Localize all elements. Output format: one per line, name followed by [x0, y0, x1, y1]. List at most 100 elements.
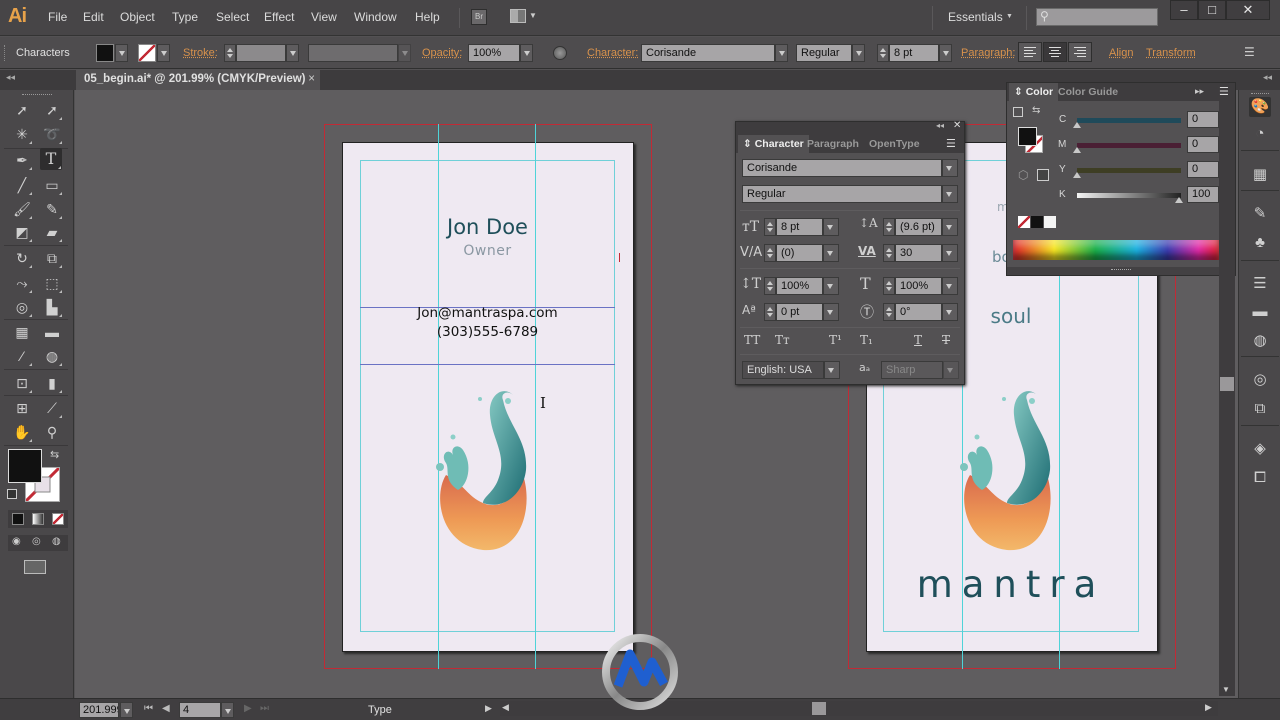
eraser-tool-icon[interactable]: ▰ — [41, 221, 63, 243]
scroll-down-arrow[interactable]: ▼ — [1222, 685, 1230, 694]
subscript-button[interactable]: T₁ — [860, 333, 873, 347]
maximize-button[interactable]: □ — [1198, 0, 1226, 20]
blob-brush-tool-icon[interactable]: ◩ — [11, 221, 33, 243]
card-name[interactable]: Jon Doe — [360, 215, 615, 239]
small-caps-button[interactable]: Tт — [775, 333, 790, 347]
color-panel-icon[interactable]: 🎨 — [1249, 97, 1271, 117]
antialiasing-field[interactable]: Sharp — [881, 361, 943, 379]
swap-colors-icon[interactable]: ⇆ — [50, 448, 59, 461]
direct-selection-tool-icon[interactable]: ➚ — [41, 99, 63, 121]
recolor-artwork-icon[interactable] — [553, 46, 567, 60]
horizontal-scale-field[interactable]: 100% — [895, 277, 942, 295]
fill-swatch[interactable] — [96, 44, 114, 62]
transform-link[interactable]: Transform — [1146, 47, 1196, 59]
all-caps-button[interactable]: TT — [744, 333, 760, 347]
mesh-tool-icon[interactable]: ▦ — [11, 321, 33, 343]
opacity-dropdown[interactable] — [520, 44, 533, 62]
font-size-stepper[interactable] — [764, 218, 776, 236]
artboard-dropdown[interactable] — [221, 702, 234, 718]
minimize-button[interactable]: – — [1170, 0, 1198, 20]
leading-dropdown[interactable] — [942, 218, 958, 236]
font-size-dropdown[interactable] — [939, 44, 952, 62]
language-dropdown[interactable] — [824, 361, 840, 379]
shape-builder-tool-icon[interactable]: ◎ — [11, 296, 33, 318]
symbols-icon[interactable]: ♣ — [1249, 233, 1271, 253]
collapse-panel-icon[interactable]: ◂◂ — [6, 72, 15, 83]
font-family-dropdown[interactable] — [775, 44, 788, 62]
vertical-scale-stepper[interactable] — [764, 277, 776, 295]
card-email[interactable]: Jon@mantraspa.com — [360, 305, 615, 321]
font-style-dropdown[interactable] — [852, 44, 865, 62]
menu-select[interactable]: Select — [216, 10, 249, 24]
draw-inside-icon[interactable]: ◍ — [52, 536, 61, 547]
selection-tool-icon[interactable]: ➚ — [11, 99, 33, 121]
pencil-tool-icon[interactable]: ✎ — [41, 198, 63, 220]
black-swatch[interactable] — [1031, 216, 1043, 228]
stroke-swatch[interactable] — [138, 44, 156, 62]
transparency-panel-icon[interactable]: ◍ — [1249, 331, 1271, 351]
rectangle-tool-icon[interactable]: ▭ — [41, 174, 63, 196]
draw-behind-icon[interactable]: ◎ — [32, 536, 41, 547]
stroke-label[interactable]: Stroke: — [183, 47, 218, 59]
color-spectrum[interactable] — [1013, 240, 1219, 260]
horizontal-scale-stepper[interactable] — [883, 277, 895, 295]
rotate-tool-icon[interactable]: ↻ — [11, 247, 33, 269]
eyedropper-tool-icon[interactable]: ⁄ — [11, 345, 33, 367]
superscript-button[interactable]: T¹ — [829, 333, 842, 347]
menu-type[interactable]: Type — [172, 10, 198, 24]
swap-colors-icon[interactable]: ⇆ — [1032, 105, 1040, 116]
menu-window[interactable]: Window — [354, 10, 397, 24]
zoom-dropdown[interactable] — [120, 702, 133, 718]
lasso-tool-icon[interactable]: ➰ — [41, 123, 63, 145]
tab-opentype[interactable]: OpenType — [864, 135, 925, 153]
next-artboard-button[interactable]: ▶ — [244, 703, 252, 714]
status-menu-arrow[interactable]: ▶ — [485, 703, 492, 714]
rotation-dropdown[interactable] — [942, 303, 958, 321]
tracking-field[interactable]: 30 — [895, 244, 942, 262]
menu-edit[interactable]: Edit — [83, 10, 104, 24]
grip-handle[interactable] — [4, 45, 7, 61]
opacity-field[interactable]: 100% — [468, 44, 520, 62]
brand-wordmark[interactable]: mantra — [883, 563, 1139, 606]
cyan-slider[interactable] — [1077, 118, 1181, 123]
magenta-slider-thumb[interactable] — [1073, 147, 1081, 153]
cyan-field[interactable]: 0 — [1187, 111, 1219, 128]
font-family-field[interactable]: Corisande — [742, 159, 942, 177]
appearance-panel-icon[interactable]: ◎ — [1249, 370, 1271, 390]
default-fill-stroke-icon[interactable] — [1013, 107, 1023, 117]
magenta-field[interactable]: 0 — [1187, 136, 1219, 153]
previous-artboard-button[interactable]: ◀ — [162, 703, 170, 714]
font-size-dropdown[interactable] — [823, 218, 839, 236]
column-graph-tool-icon[interactable]: ▮ — [41, 372, 63, 394]
expand-icon[interactable]: ▸▸ — [1195, 86, 1204, 97]
workspace-switcher[interactable]: Essentials — [948, 10, 1003, 24]
draw-normal-icon[interactable]: ◉ — [12, 536, 21, 547]
stroke-weight-field[interactable] — [236, 44, 286, 62]
pen-tool-icon[interactable]: ✒ — [11, 149, 33, 171]
black-slider-thumb[interactable] — [1175, 197, 1183, 203]
change-screen-mode-icon[interactable] — [24, 560, 46, 574]
tab-color[interactable]: ⇕ Color — [1009, 83, 1059, 101]
layers-panel-icon[interactable]: ◈ — [1249, 439, 1271, 459]
slice-tool-icon[interactable]: ⟋ — [41, 397, 63, 419]
tab-paragraph[interactable]: Paragraph — [802, 135, 864, 153]
align-link[interactable]: Align — [1109, 47, 1133, 59]
search-input[interactable]: ⚲ — [1036, 8, 1158, 26]
underline-button[interactable]: T — [914, 333, 922, 347]
tracking-dropdown[interactable] — [942, 244, 958, 262]
collapse-icon[interactable]: ◂◂ — [936, 121, 944, 130]
default-colors-icon[interactable] — [7, 489, 17, 499]
font-style-field[interactable]: Regular — [742, 185, 942, 203]
font-family-field[interactable]: Corisande — [641, 44, 775, 62]
gradient-tool-icon[interactable]: ▬ — [41, 321, 63, 343]
stroke-panel-icon[interactable]: ☰ — [1249, 274, 1271, 294]
grip-handle[interactable] — [22, 94, 52, 96]
character-label[interactable]: Character: — [587, 47, 638, 59]
magic-wand-tool-icon[interactable]: ✳ — [11, 123, 33, 145]
gradient-mode-button[interactable] — [32, 513, 44, 525]
vertical-scroll-thumb[interactable] — [1220, 377, 1234, 391]
stroke-weight-dropdown[interactable] — [286, 44, 299, 62]
fill-swatch[interactable] — [1018, 127, 1037, 146]
rotation-stepper[interactable] — [883, 303, 895, 321]
type-tool-icon[interactable]: T — [40, 148, 62, 170]
